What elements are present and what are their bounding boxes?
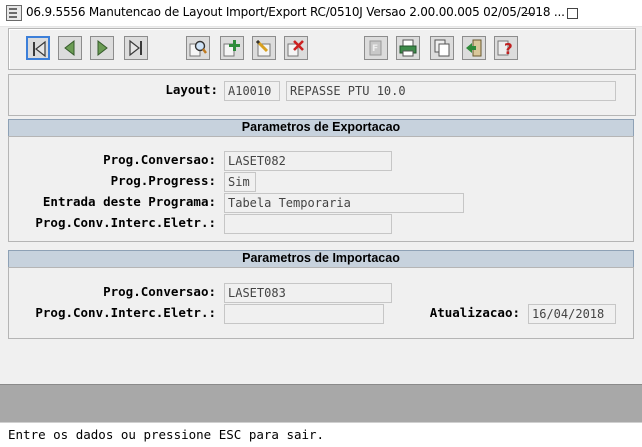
- svg-text:?: ?: [504, 40, 513, 58]
- add-icon: [223, 40, 240, 57]
- zoom-button[interactable]: [186, 36, 210, 60]
- export-prog-conv-interc-field[interactable]: [224, 214, 392, 234]
- first-icon: [33, 40, 46, 58]
- maximize-button[interactable]: [550, 0, 596, 26]
- import-prog-conversao-label: Prog.Conversao:: [103, 284, 216, 299]
- layout-description-field[interactable]: REPASSE PTU 10.0: [286, 81, 616, 101]
- import-prog-conversao-field[interactable]: LASET083: [224, 283, 392, 303]
- minimize-button[interactable]: [508, 0, 554, 26]
- layout-code-field[interactable]: A10010: [224, 81, 280, 101]
- delete-button[interactable]: [284, 36, 308, 60]
- export-section-header: Parametros de Exportacao: [8, 119, 634, 137]
- import-prog-conv-interc-label: Prog.Conv.Interc.Eletr.:: [35, 305, 216, 320]
- next-icon: [97, 39, 108, 57]
- export-prog-progress-field[interactable]: Sim: [224, 172, 256, 192]
- disabled-doc-icon: F: [369, 40, 382, 56]
- app-icon: [6, 5, 22, 21]
- print-icon: [399, 39, 417, 57]
- window-title: 06.9.5556 Manutencao de Layout Import/Ex…: [26, 5, 565, 19]
- import-section: [8, 267, 634, 339]
- first-record-button[interactable]: [26, 36, 50, 60]
- import-atualizacao-field[interactable]: 16/04/2018: [528, 304, 616, 324]
- export-prog-conv-interc-label: Prog.Conv.Interc.Eletr.:: [35, 215, 216, 230]
- status-bar: Entre os dados ou pressione ESC para sai…: [0, 422, 642, 447]
- layout-label: Layout:: [165, 82, 218, 97]
- print-button[interactable]: [396, 36, 420, 60]
- svg-text:F: F: [372, 44, 378, 54]
- previous-icon: [64, 39, 75, 57]
- help-button[interactable]: ?: [494, 36, 518, 60]
- export-prog-progress-label: Prog.Progress:: [110, 173, 216, 188]
- last-icon: [129, 39, 142, 57]
- status-message: Entre os dados ou pressione ESC para sai…: [8, 427, 325, 442]
- exit-icon: [466, 39, 482, 57]
- import-section-header: Parametros de Importacao: [8, 250, 634, 268]
- export-entrada-label: Entrada deste Programa:: [42, 194, 216, 209]
- help-icon: ?: [497, 40, 513, 58]
- bottom-panel: [0, 384, 642, 423]
- disabled-doc-button[interactable]: F: [364, 36, 388, 60]
- import-prog-conv-interc-field[interactable]: [224, 304, 384, 324]
- last-record-button[interactable]: [124, 36, 148, 60]
- edit-icon: [255, 39, 271, 57]
- previous-record-button[interactable]: [58, 36, 82, 60]
- delete-icon: [287, 40, 304, 57]
- exit-button[interactable]: [462, 36, 486, 60]
- copy-icon: [434, 39, 450, 57]
- export-prog-conversao-label: Prog.Conversao:: [103, 152, 216, 167]
- export-entrada-field[interactable]: Tabela Temporaria: [224, 193, 464, 213]
- export-prog-conversao-field[interactable]: LASET082: [224, 151, 392, 171]
- copy-button[interactable]: [430, 36, 454, 60]
- import-atualizacao-label: Atualizacao:: [429, 305, 520, 320]
- add-button[interactable]: [220, 36, 244, 60]
- edit-button[interactable]: [252, 36, 276, 60]
- title-bar: 06.9.5556 Manutencao de Layout Import/Ex…: [0, 0, 642, 27]
- next-record-button[interactable]: [90, 36, 114, 60]
- zoom-icon: [189, 40, 207, 57]
